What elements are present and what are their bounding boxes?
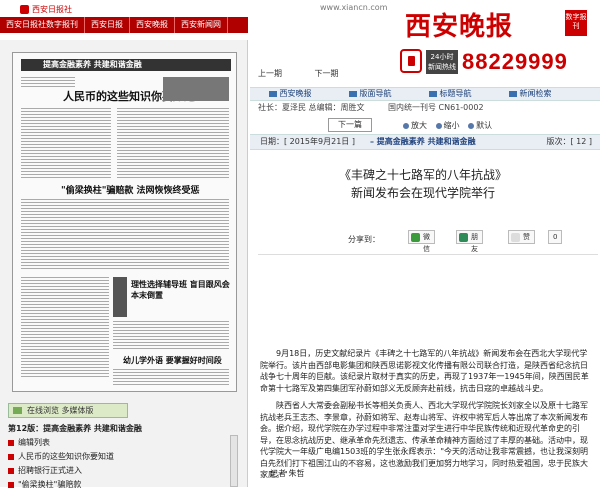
zoom-in-button[interactable]: 放大 (403, 121, 427, 130)
nav-item-xa-daily[interactable]: 西安日报 (85, 17, 130, 33)
zoom-radio-icon (435, 122, 442, 129)
list-item[interactable]: 招聘银行正式进入 (8, 464, 240, 478)
share-wechat-button[interactable]: 微信 (408, 230, 435, 253)
page-article-list: 第12版：提高金融素养 共建和谐金融 编辑列表 人民币的这些知识你要知道 招聘银… (8, 422, 240, 492)
scan-text-block (113, 369, 229, 387)
prev-issue-link[interactable]: 上一期 (258, 69, 282, 78)
article-title-line-2: 新闻发布会在现代学院举行 (350, 186, 495, 200)
brand-logo: 西安晚报 数字报刊 (405, 6, 587, 42)
issue-date: 日期：[ 2015年9月21日 ] (260, 137, 355, 146)
zoom-radio-icon (468, 122, 475, 129)
page-preview-panel: 提高金融素养 共建和谐金融 人民币的这些知识你要知道 "偷梁换柱"骗赔款 法网恢… (0, 40, 248, 489)
scan-text-block (21, 277, 109, 377)
zoom-default-button[interactable]: 默认 (468, 121, 492, 130)
newspaper-page-scan[interactable]: 提高金融素养 共建和谐金融 人民币的这些知识你要知道 "偷梁换柱"骗赔款 法网恢… (12, 52, 237, 392)
registration-number: 国内统一刊号 CN61-0002 (388, 103, 484, 112)
wechat-icon (411, 233, 420, 242)
tab-page-nav[interactable]: 版面导航 (330, 88, 410, 100)
scan-text-block (21, 77, 75, 87)
section-tabs: 西安晚报 版面导航 标题导航 新闻检索 (250, 87, 600, 101)
zoom-out-button[interactable]: 缩小 (435, 121, 460, 130)
list-item[interactable]: 人民币的这些知识你要知道 (8, 450, 240, 464)
tab-title-nav[interactable]: 标题导航 (410, 88, 490, 100)
article-title-line-1: 《丰碑之十七路军的八年抗战》 (338, 168, 507, 182)
like-count: 0 (548, 230, 563, 244)
top-nav-bar: 西安日报社数字报刊 西安日报 西安晚报 西安新闻网 (0, 17, 248, 33)
share-moments-button[interactable]: 朋友 (456, 230, 483, 253)
scan-text-block (113, 321, 229, 351)
scan-text-block (117, 108, 229, 178)
article-byline: 记者 朱哲 (270, 469, 305, 478)
bullet-icon (8, 453, 14, 460)
list-scrollbar[interactable] (230, 435, 238, 487)
next-article-button[interactable]: 下一篇 (328, 118, 372, 132)
divider (258, 254, 598, 255)
hotline-box: 24小时 新闻热线 88229999 (400, 46, 590, 78)
publication-meta: 社长：夏泽民 总编辑：周胜文 国内统一刊号 CN61-0002 (258, 102, 598, 114)
scan-page-title: 提高金融素养 共建和谐金融 (43, 59, 142, 69)
bullet-icon (8, 467, 14, 474)
zoom-radio-icon (403, 122, 409, 129)
monitor-icon (13, 407, 22, 414)
brand-title: 西安晚报 (405, 12, 514, 42)
hotline-number: 88229999 (462, 49, 568, 74)
logo-icon (20, 5, 29, 14)
list-item[interactable]: "偷梁换柱"骗赔款 (8, 478, 240, 492)
article-toolbar: 下一篇 放大 缩小 默认 (258, 118, 598, 132)
zoom-controls: 放大 缩小 默认 (403, 120, 498, 131)
scan-headline-2: "偷梁换柱"骗赔款 法网恢恢终受惩 (61, 186, 200, 196)
hotline-label: 24小时 新闻热线 (426, 50, 458, 74)
scan-headline-4: 幼儿学外语 要掌握好时间段 (123, 355, 222, 365)
next-issue-link[interactable]: 下一期 (315, 69, 339, 78)
list-item[interactable]: 编辑列表 (8, 436, 240, 450)
like-button[interactable]: 赞 (508, 230, 535, 244)
nav-item-xa-evening[interactable]: 西安晚报 (130, 17, 175, 33)
scan-image (163, 77, 229, 101)
date-section-bar: 日期：[ 2015年9月21日 ] – 提高金融素养 共建和谐金融 版次：[ 1… (250, 134, 600, 150)
tab-xa-evening[interactable]: 西安晚报 (250, 88, 330, 100)
share-label: 分享到： (348, 235, 380, 244)
scan-text-block (21, 199, 229, 271)
online-view-tab[interactable]: 在线浏览 多媒体版 (8, 403, 128, 418)
section-title: – 提高金融素养 共建和谐金融 (370, 137, 476, 146)
article-body: 9月18日，历史文献纪录片《丰碑之十七路军的八年抗战》新闻发布会在西北大学现代学… (260, 348, 592, 487)
page-heading: 第12版：提高金融素养 共建和谐金融 (8, 424, 142, 433)
article-title: 《丰碑之十七路军的八年抗战》 新闻发布会在现代学院举行 (258, 166, 588, 202)
bullet-icon (8, 439, 14, 446)
article-paragraph-2: 陕西省人大常委会副秘书长等相关负责人、西北大学现代学院院长刘家全以及原十七路军抗… (260, 401, 589, 479)
scan-image (113, 277, 127, 317)
site-url[interactable]: www.xiancn.com (320, 3, 387, 12)
tab-search[interactable]: 新闻检索 (490, 88, 570, 100)
moments-icon (459, 233, 468, 242)
nav-item-xiancn[interactable]: 西安新闻网 (175, 17, 228, 33)
nav-item-digital[interactable]: 西安日报社数字报刊 (0, 17, 85, 33)
scan-text-block (21, 108, 111, 178)
thumb-up-icon (511, 233, 520, 242)
scan-headline-3: 理性选择辅导班 盲目跟风会本末倒置 (131, 279, 230, 300)
site-logo[interactable]: 西安日报社 (20, 4, 72, 15)
issue-navigation: 上一期 下一期 (258, 68, 369, 79)
brand-badge: 数字报刊 (565, 10, 587, 36)
page-number: 版次：[ 12 ] (546, 137, 592, 146)
article-paragraph-1: 9月18日，历史文献纪录片《丰碑之十七路军的八年抗战》新闻发布会在西北大学现代学… (260, 349, 589, 393)
phone-icon (400, 49, 422, 73)
editor-info: 社长：夏泽民 总编辑：周胜文 (258, 103, 365, 112)
